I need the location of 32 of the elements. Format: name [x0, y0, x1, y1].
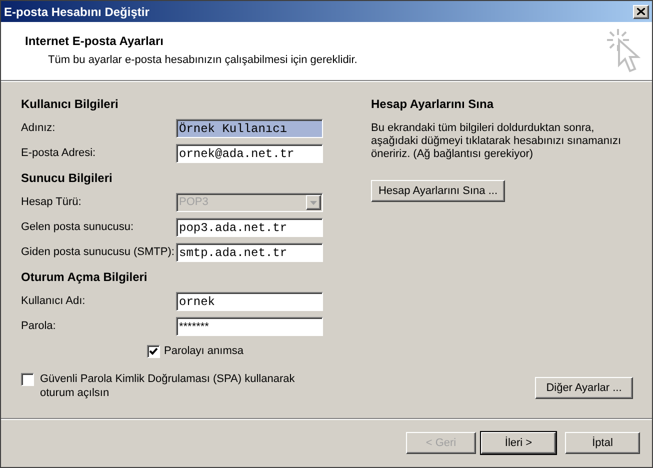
input-field[interactable]: ornek [176, 292, 323, 311]
input-field[interactable]: pop3.ada.net.tr [176, 218, 323, 237]
field-label: E-posta Adresi: [21, 146, 97, 162]
footer-button[interactable]: İptal [565, 432, 640, 454]
field-label: Kullanıcı Adı: [21, 294, 86, 310]
field-label: Giden posta sunucusu (SMTP): [21, 245, 176, 260]
section-heading: Kullanıcı Bilgileri [21, 96, 118, 113]
test-settings-button[interactable]: Hesap Ayarlarını Sına ... [371, 180, 505, 202]
input-field[interactable]: ******* [176, 317, 323, 336]
checkbox-label: Güvenli Parola Kimlik Doğrulaması (SPA) kullanarak oturum açılsın [40, 372, 296, 400]
input-field[interactable]: ornek@ada.net.tr [176, 144, 323, 163]
input-field[interactable]: smtp.ada.net.tr [176, 243, 323, 262]
field-label: Adınız: [21, 121, 56, 136]
window-title: E-posta Hesabını Değiştir [4, 4, 150, 20]
field-label: Parola: [21, 319, 57, 334]
field-label: Hesap Türü: [21, 195, 82, 210]
close-icon [637, 8, 645, 15]
section-heading: Oturum Açma Bilgileri [21, 269, 148, 286]
close-button[interactable] [633, 4, 649, 18]
cursor-sparkle-icon [606, 27, 642, 73]
section-heading: Hesap Ayarlarını Sına [371, 96, 494, 113]
footer-button[interactable]: İleri > [481, 432, 556, 454]
field-label: Gelen posta sunucusu: [21, 220, 135, 236]
input-field[interactable]: Örnek Kullanıcı [176, 119, 323, 138]
checkbox-label: Parolayı anımsa [164, 344, 244, 359]
header-title: Internet E-posta Ayarları [25, 33, 164, 50]
test-description: Bu ekrandaki tüm bilgileri doldurduktan sonra, aşağıdaki düğmeyi tıklatarak hesabınızı sınamanızı öneririz. (Ağ bağlantısı gerekiyor) [371, 122, 622, 161]
checkbox[interactable] [21, 373, 34, 386]
section-heading: Sunucu Bilgileri [21, 170, 112, 187]
more-settings-button[interactable]: Diğer Ayarlar ... [535, 377, 633, 399]
header-subtitle: Tüm bu ayarlar e-posta hesabınızın çalışabilmesi için gereklidir. [47, 53, 358, 68]
checkbox[interactable] [147, 344, 160, 358]
